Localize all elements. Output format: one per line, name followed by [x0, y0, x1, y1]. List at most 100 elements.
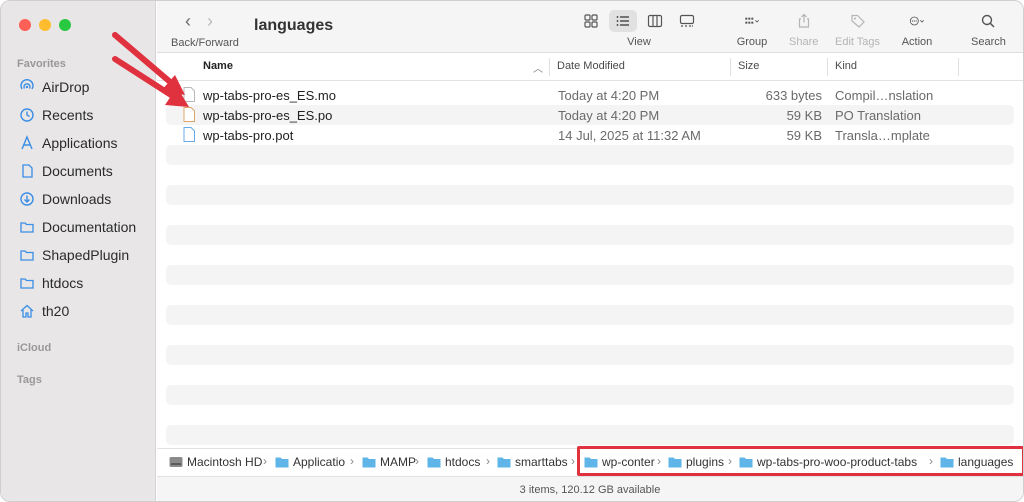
folder-icon	[497, 457, 511, 468]
zoom-window-button[interactable]	[59, 19, 71, 31]
path-highlight-box	[577, 446, 1023, 476]
sidebar-item-shapedplugin[interactable]: ShapedPlugin	[1, 241, 156, 269]
view-label: View	[627, 36, 651, 48]
sidebar-section-tags: Tags	[17, 374, 42, 386]
finder-window: Favorites AirDrop Recents Applications D…	[0, 0, 1024, 502]
empty-row	[166, 165, 1014, 185]
empty-row	[166, 345, 1014, 365]
sidebar-item-label: htdocs	[42, 275, 84, 291]
folder-icon	[18, 246, 36, 264]
columns-icon	[647, 14, 663, 28]
file-kind: PO Translation	[835, 108, 921, 123]
file-size: 633 bytes	[765, 88, 822, 103]
sidebar-item-htdocs[interactable]: htdocs	[1, 269, 156, 297]
file-name: wp-tabs-pro-es_ES.mo	[203, 88, 336, 103]
ellipsis-circle-icon	[899, 10, 935, 32]
empty-row	[166, 365, 1014, 385]
column-view-button[interactable]	[641, 10, 669, 32]
file-row[interactable]: wp-tabs-pro-es_ES.po Today at 4:20 PM 59…	[166, 105, 1014, 125]
toolbar: ‹ › Back/Forward languages View Group Sh…	[157, 1, 1023, 53]
empty-row	[166, 325, 1014, 345]
sidebar-item-label: Documents	[42, 163, 113, 179]
column-header-size[interactable]: Size	[738, 60, 759, 72]
annotation-arrow-2	[112, 56, 189, 107]
tag-icon	[844, 10, 872, 32]
file-list: wp-tabs-pro-es_ES.mo Today at 4:20 PM 63…	[166, 85, 1014, 445]
path-crumb-mamp[interactable]: MAMP	[362, 455, 416, 469]
forward-arrow-icon[interactable]: ›	[207, 11, 213, 32]
file-date: Today at 4:20 PM	[558, 88, 660, 103]
sidebar-section-icloud: iCloud	[17, 342, 52, 354]
empty-row	[166, 265, 1014, 285]
column-header-date-modified[interactable]: Date Modified	[557, 60, 625, 72]
folder-icon	[18, 274, 36, 292]
sidebar-item-label: AirDrop	[42, 79, 90, 95]
folder-icon	[427, 457, 441, 468]
sidebar-item-documents[interactable]: Documents	[1, 157, 156, 185]
window-controls	[19, 19, 71, 31]
empty-row	[166, 285, 1014, 305]
gallery-view-button[interactable]	[673, 10, 701, 32]
share-icon	[790, 10, 818, 32]
action-label: Action	[901, 36, 933, 48]
file-row[interactable]: wp-tabs-pro-es_ES.mo Today at 4:20 PM 63…	[166, 85, 1014, 105]
sidebar-item-label: Applications	[42, 135, 118, 151]
file-size: 59 KB	[786, 128, 822, 143]
home-icon	[18, 302, 36, 320]
applications-icon	[18, 134, 36, 152]
action-button[interactable]: Action	[899, 9, 935, 48]
sidebar-item-label: Downloads	[42, 191, 112, 207]
column-header-name[interactable]: Name	[203, 60, 233, 72]
group-button[interactable]: Group	[734, 9, 770, 48]
sidebar-item-downloads[interactable]: Downloads	[1, 185, 156, 213]
empty-row	[166, 245, 1014, 265]
minimize-window-button[interactable]	[39, 19, 51, 31]
path-crumb-macintosh-hd[interactable]: Macintosh HD	[169, 455, 262, 469]
file-row[interactable]: wp-tabs-pro.pot 14 Jul, 2025 at 11:32 AM…	[166, 125, 1014, 145]
file-date: 14 Jul, 2025 at 11:32 AM	[558, 128, 701, 143]
file-date: Today at 4:20 PM	[558, 108, 660, 123]
pot-file-icon	[183, 127, 195, 142]
gallery-icon	[679, 14, 695, 27]
sidebar-section-favorites: Favorites	[17, 58, 66, 70]
empty-row	[166, 205, 1014, 225]
share-button[interactable]: Share	[789, 9, 818, 48]
edit-tags-button[interactable]: Edit Tags	[835, 9, 880, 48]
file-size: 59 KB	[786, 108, 822, 123]
hard-drive-icon	[169, 457, 183, 467]
empty-row	[166, 185, 1014, 205]
share-label: Share	[789, 36, 819, 48]
sidebar-item-documentation[interactable]: Documentation	[1, 213, 156, 241]
window-title: languages	[254, 17, 334, 34]
folder-icon	[362, 457, 376, 468]
download-icon	[18, 190, 36, 208]
sidebar-item-applications[interactable]: Applications	[1, 129, 156, 157]
search-label: Search	[971, 36, 1006, 48]
path-crumb-smarttabs[interactable]: smarttabs	[497, 455, 568, 469]
sidebar-item-th20[interactable]: th20	[1, 297, 156, 325]
column-header-kind[interactable]: Kind	[835, 60, 857, 72]
path-crumb-applications[interactable]: Applicatio	[275, 455, 345, 469]
document-icon	[18, 162, 36, 180]
airdrop-icon	[18, 78, 36, 96]
empty-row	[166, 225, 1014, 245]
sort-chevron-up-icon: ︿	[533, 64, 543, 75]
sidebar-item-label: th20	[42, 303, 70, 319]
view-group: View	[577, 9, 701, 48]
sidebar-item-label: Documentation	[42, 219, 137, 235]
file-name: wp-tabs-pro-es_ES.po	[203, 108, 333, 123]
folder-icon	[275, 457, 289, 468]
edit-tags-label: Edit Tags	[835, 36, 881, 48]
clock-icon	[18, 106, 36, 124]
search-button[interactable]: Search	[971, 9, 1006, 48]
close-window-button[interactable]	[19, 19, 31, 31]
empty-row	[166, 305, 1014, 325]
file-kind: Transla…mplate	[835, 128, 930, 143]
sidebar-item-label: Recents	[42, 107, 94, 123]
icon-view-button[interactable]	[577, 10, 605, 32]
list-view-button[interactable]	[609, 10, 637, 32]
list-icon	[616, 16, 629, 26]
empty-row	[166, 145, 1014, 165]
grid-icon	[584, 14, 598, 28]
path-crumb-htdocs[interactable]: htdocs	[427, 455, 480, 469]
